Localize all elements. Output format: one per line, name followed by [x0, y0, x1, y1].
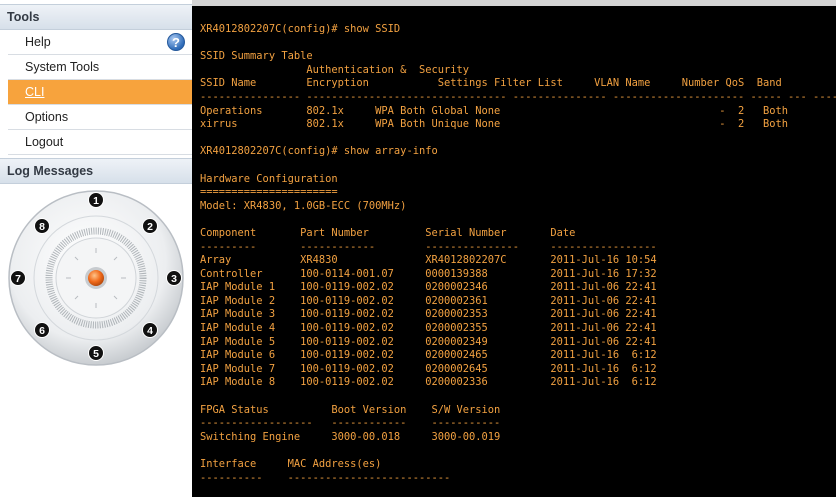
terminal-line: SSID Summary Table: [200, 50, 313, 63]
terminal-line: Component Part Number Serial Number Date: [200, 226, 576, 239]
terminal-line: IAP Module 7 100-0119-002.02 0200002645 …: [200, 362, 657, 375]
terminal-line: Hardware Configuration: [200, 172, 338, 185]
menu-item-label: Logout: [25, 135, 64, 149]
array-port-3[interactable]: 3: [166, 270, 182, 286]
array-port-6[interactable]: 6: [34, 322, 50, 338]
menu-item-system-tools[interactable]: System Tools: [8, 55, 192, 80]
menu-item-help[interactable]: Help ?: [8, 30, 192, 55]
array-port-4[interactable]: 4: [142, 322, 158, 338]
status-led-icon: [88, 270, 104, 286]
tools-section-header[interactable]: Tools: [0, 4, 192, 30]
terminal-line: ---------------- -----------------------…: [200, 90, 836, 103]
terminal-line: XR4012802207C(config)# show array-info: [200, 145, 438, 158]
array-port-label: 6: [39, 325, 45, 337]
array-port-label: 5: [93, 348, 99, 360]
terminal-line: IAP Module 2 100-0119-002.02 0200002361 …: [200, 294, 657, 307]
array-device-graphic: 1 2 3 4 5 6 7 8: [8, 190, 184, 366]
array-port-8[interactable]: 8: [34, 218, 50, 234]
cli-terminal[interactable]: XR4012802207C(config)# show SSID SSID Su…: [192, 6, 836, 497]
terminal-line: SSID Name Encryption Settings Filter Lis…: [200, 77, 782, 90]
terminal-line: Operations 802.1x WPA Both Global None -…: [200, 104, 789, 117]
terminal-line: FPGA Status Boot Version S/W Version: [200, 403, 501, 416]
menu-item-label: CLI: [25, 85, 45, 99]
array-port-label: 3: [171, 273, 177, 285]
terminal-line: ------------------ ------------ --------…: [200, 417, 501, 430]
array-port-5[interactable]: 5: [88, 345, 104, 361]
terminal-line: IAP Module 4 100-0119-002.02 0200002355 …: [200, 322, 657, 335]
terminal-line: IAP Module 6 100-0119-002.02 0200002465 …: [200, 349, 657, 362]
sidebar: Tools Help ? System Tools CLI Options Lo…: [0, 0, 192, 497]
help-icon[interactable]: ?: [167, 33, 185, 51]
terminal-line: ---------- --------------------------: [200, 471, 451, 484]
array-port-label: 4: [147, 325, 153, 337]
menu-item-logout[interactable]: Logout: [8, 130, 192, 155]
array-port-7[interactable]: 7: [10, 270, 26, 286]
log-messages-header[interactable]: Log Messages: [0, 158, 192, 184]
array-port-label: 2: [147, 221, 153, 233]
terminal-line: ======================: [200, 186, 338, 199]
terminal-line: XR4012802207C(config)# show SSID: [200, 23, 401, 35]
terminal-line: Model: XR4830, 1.0GB-ECC (700MHz): [200, 199, 407, 212]
terminal-line: Switching Engine 3000-00.018 3000-00.019: [200, 430, 501, 443]
terminal-line: IAP Module 5 100-0119-002.02 0200002349 …: [200, 335, 657, 348]
terminal-line: Array XR4830 XR4012802207C 2011-Jul-16 1…: [200, 254, 657, 267]
menu-item-label: Help: [25, 35, 51, 49]
terminal-line: Controller 100-0114-001.07 0000139388 20…: [200, 267, 657, 280]
menu-item-cli[interactable]: CLI: [8, 80, 192, 105]
array-port-label: 1: [93, 195, 99, 207]
terminal-line: IAP Module 3 100-0119-002.02 0200002353 …: [200, 308, 657, 321]
array-port-1[interactable]: 1: [88, 192, 104, 208]
terminal-line: IAP Module 8 100-0119-002.02 0200002336 …: [200, 376, 657, 389]
terminal-output: XR4012802207C(config)# show SSID SSID Su…: [200, 23, 836, 485]
array-port-label: 8: [39, 221, 45, 233]
menu-item-label: Options: [25, 110, 69, 124]
menu-item-label: System Tools: [25, 60, 100, 74]
terminal-line: --------- ------------ --------------- -…: [200, 240, 657, 253]
tools-menu: Help ? System Tools CLI Options Logout: [8, 30, 192, 155]
array-port-2[interactable]: 2: [142, 218, 158, 234]
terminal-line: Authentication & Security: [200, 63, 469, 76]
menu-item-options[interactable]: Options: [8, 105, 192, 130]
terminal-line: Interface MAC Address(es): [200, 458, 382, 470]
array-port-label: 7: [15, 273, 21, 285]
terminal-line: xirrus 802.1x WPA Both Unique None - 2 B…: [200, 118, 789, 131]
terminal-line: IAP Module 1 100-0119-002.02 0200002346 …: [200, 281, 657, 294]
